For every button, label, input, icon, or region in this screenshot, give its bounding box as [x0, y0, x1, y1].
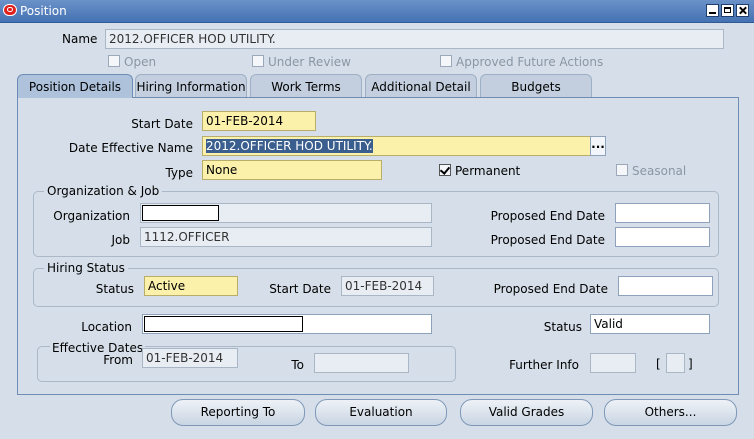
permanent-checkbox[interactable]: Permanent: [439, 164, 520, 178]
tab-hiring-information[interactable]: Hiring Information: [135, 74, 247, 98]
to-label: To: [291, 358, 304, 372]
approved-checkbox-box[interactable]: [440, 55, 452, 67]
further-info-field[interactable]: [590, 353, 636, 373]
others-button[interactable]: Others...: [604, 399, 737, 426]
proposed-end-date-label-2: Proposed End Date: [490, 233, 605, 247]
type-field[interactable]: None: [202, 160, 382, 180]
tab-position-details[interactable]: Position Details: [17, 74, 133, 98]
open-checkbox[interactable]: Open: [108, 55, 156, 69]
evaluation-button[interactable]: Evaluation: [315, 399, 447, 426]
tab-budgets[interactable]: Budgets: [480, 74, 592, 98]
from-label: From: [103, 353, 133, 367]
minimize-icon[interactable]: [706, 4, 719, 17]
name-field[interactable]: 2012.OFFICER HOD UTILITY.: [105, 29, 724, 49]
window-title: Position: [20, 4, 67, 18]
approved-future-actions-checkbox[interactable]: Approved Future Actions: [440, 55, 603, 69]
dff-close-bracket: ]: [688, 357, 693, 371]
start-date-label: Start Date: [131, 117, 193, 131]
seasonal-label: Seasonal: [632, 164, 687, 178]
under-review-checkbox[interactable]: Under Review: [252, 55, 351, 69]
approved-label: Approved Future Actions: [456, 55, 604, 69]
valid-grades-button[interactable]: Valid Grades: [460, 399, 593, 426]
hiring-status-field[interactable]: Active: [144, 276, 238, 296]
window-titlebar: Position: [0, 0, 754, 23]
open-checkbox-box[interactable]: [108, 55, 120, 67]
location-input[interactable]: [144, 316, 303, 332]
job-label: Job: [111, 233, 131, 247]
open-label: Open: [124, 55, 157, 69]
permanent-label: Permanent: [455, 164, 521, 178]
hiring-proposed-end-date-label: Proposed End Date: [493, 282, 608, 296]
reporting-to-button[interactable]: Reporting To: [171, 399, 305, 426]
date-effective-name-value: 2012.OFFICER HOD UTILITY.: [206, 139, 373, 153]
location-label: Location: [81, 320, 132, 334]
position-status-label: Status: [543, 320, 582, 334]
proposed-end-date-label-1: Proposed End Date: [490, 209, 605, 223]
tab-work-terms[interactable]: Work Terms: [250, 74, 362, 98]
oracle-logo-icon: [3, 4, 17, 16]
organization-job-title: Organization & Job: [44, 184, 163, 198]
lov-button[interactable]: ...: [590, 136, 606, 156]
close-icon[interactable]: [736, 4, 749, 17]
from-date-field[interactable]: 01-FEB-2014: [142, 348, 238, 368]
type-label: Type: [165, 166, 193, 180]
under-review-label: Under Review: [268, 55, 351, 69]
dff-open-bracket: [: [656, 357, 661, 371]
permanent-checkbox-box[interactable]: [439, 164, 451, 176]
location-field[interactable]: [142, 314, 432, 334]
hiring-proposed-end-date-field[interactable]: [618, 276, 713, 296]
seasonal-checkbox[interactable]: Seasonal: [616, 164, 686, 178]
date-effective-name-label: Date Effective Name: [68, 141, 193, 155]
proposed-end-date-field-2[interactable]: [615, 227, 710, 247]
tab-additional-detail[interactable]: Additional Detail: [365, 74, 477, 98]
to-date-field[interactable]: [314, 353, 409, 373]
hiring-start-date-field[interactable]: 01-FEB-2014: [341, 276, 434, 296]
under-review-checkbox-box[interactable]: [252, 55, 264, 67]
proposed-end-date-field-1[interactable]: [615, 203, 710, 223]
name-label: Name: [62, 32, 98, 46]
organization-job-group: [33, 191, 719, 257]
further-info-label: Further Info: [509, 358, 579, 372]
descriptive-flexfield[interactable]: [666, 353, 685, 373]
seasonal-checkbox-box[interactable]: [616, 164, 628, 176]
organization-input[interactable]: [142, 205, 219, 221]
hiring-status-label: Status: [95, 282, 134, 296]
position-status-field[interactable]: Valid: [590, 314, 710, 334]
organization-label: Organization: [53, 209, 130, 223]
hiring-status-title: Hiring Status: [44, 261, 128, 275]
maximize-icon[interactable]: [721, 4, 734, 17]
organization-field[interactable]: [140, 203, 432, 223]
hiring-start-date-label: Start Date: [269, 282, 331, 296]
date-effective-name-field[interactable]: 2012.OFFICER HOD UTILITY.: [202, 136, 591, 156]
start-date-field[interactable]: 01-FEB-2014: [202, 111, 316, 131]
job-field[interactable]: 1112.OFFICER: [140, 227, 432, 247]
